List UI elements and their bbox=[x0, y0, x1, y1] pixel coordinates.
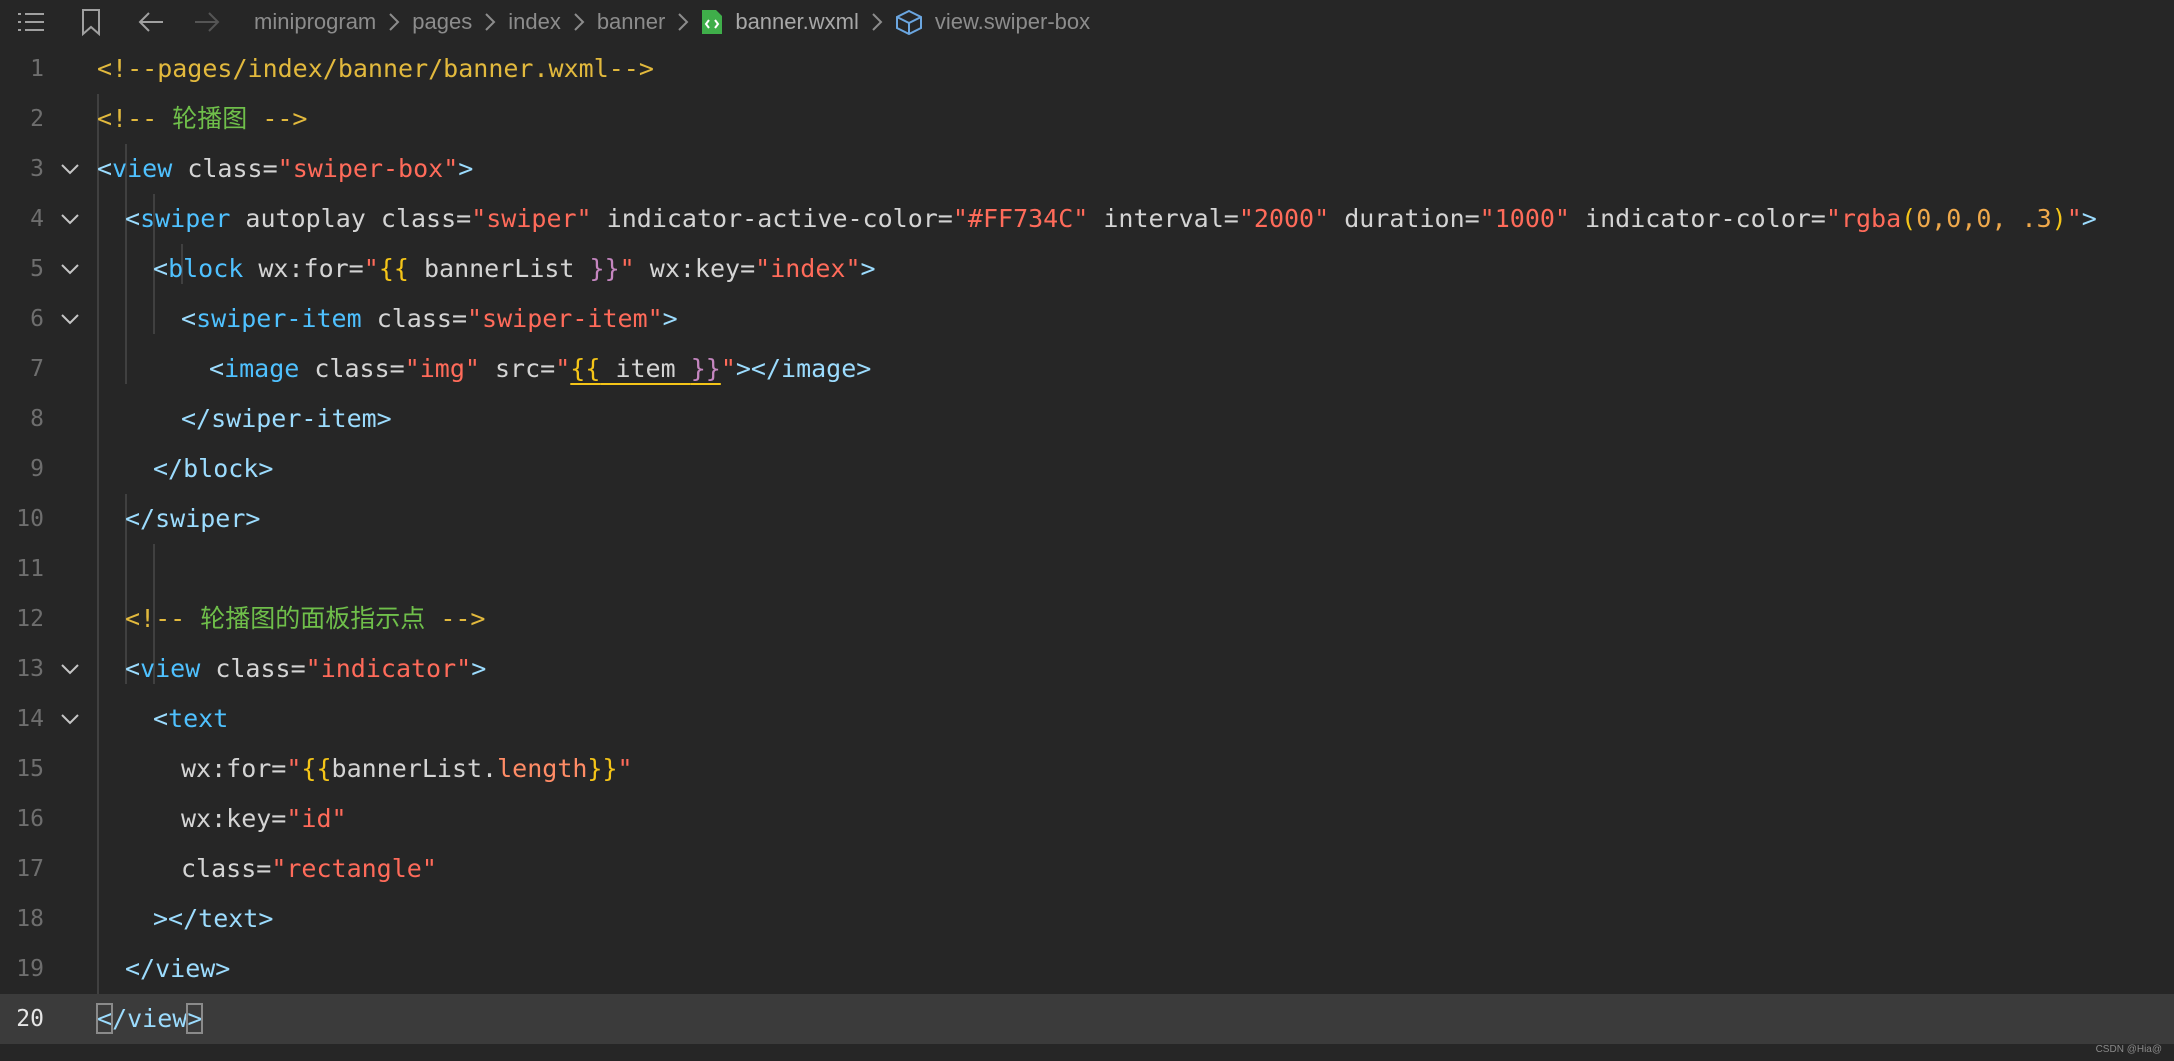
bracket-match: > bbox=[186, 1003, 204, 1034]
line-number: 1 bbox=[30, 56, 44, 82]
chevron-right-icon bbox=[573, 12, 585, 32]
chevron-down-icon[interactable] bbox=[56, 257, 84, 281]
line-number: 20 bbox=[16, 1006, 44, 1032]
line-number: 2 bbox=[30, 106, 44, 132]
code-line[interactable]: 4 <swiper autoplay class="swiper" indica… bbox=[0, 194, 2174, 244]
code-line[interactable]: 10 </swiper> bbox=[0, 494, 2174, 544]
code-line[interactable]: 9 </block> bbox=[0, 444, 2174, 494]
line-number: 4 bbox=[30, 206, 44, 232]
breadcrumb-file[interactable]: banner.wxml bbox=[735, 9, 859, 35]
chevron-down-icon[interactable] bbox=[56, 157, 84, 181]
breadcrumb-item[interactable]: index bbox=[508, 9, 561, 35]
code-line[interactable]: 8 </swiper-item> bbox=[0, 394, 2174, 444]
code-line[interactable]: 13 <view class="indicator"> bbox=[0, 644, 2174, 694]
chevron-right-icon bbox=[388, 12, 400, 32]
code-text: <view class="indicator"> bbox=[125, 654, 487, 683]
line-number: 12 bbox=[16, 606, 44, 632]
code-line[interactable]: 2 <!-- 轮播图 --> bbox=[0, 94, 2174, 144]
code-text: </view> bbox=[95, 1003, 204, 1034]
chevron-right-icon bbox=[484, 12, 496, 32]
code-line[interactable]: 11 bbox=[0, 544, 2174, 594]
code-text: wx:key="id" bbox=[181, 804, 347, 833]
code-text: <swiper autoplay class="swiper" indicato… bbox=[125, 204, 2097, 233]
code-text: <!--pages/index/banner/banner.wxml--> bbox=[97, 54, 654, 83]
line-number: 11 bbox=[16, 556, 44, 582]
code-text: </swiper> bbox=[125, 504, 261, 533]
code-text: <block wx:for="{{ bannerList }}" wx:key=… bbox=[153, 254, 876, 283]
arrow-left-icon[interactable] bbox=[136, 6, 166, 38]
wxml-file-icon bbox=[701, 9, 723, 35]
code-line[interactable]: 18 ></text> bbox=[0, 894, 2174, 944]
chevron-down-icon[interactable] bbox=[56, 657, 84, 681]
line-number: 8 bbox=[30, 406, 44, 432]
line-number: 6 bbox=[30, 306, 44, 332]
bookmark-icon[interactable] bbox=[78, 6, 104, 38]
line-number: 18 bbox=[16, 906, 44, 932]
watermark: CSDN @Hia@ bbox=[2095, 1044, 2162, 1055]
code-line[interactable]: 19 </view> bbox=[0, 944, 2174, 994]
breadcrumb: miniprogram pages index banner banner.wx… bbox=[254, 0, 1090, 44]
line-number: 13 bbox=[16, 656, 44, 682]
breadcrumb-item[interactable]: banner bbox=[597, 9, 666, 35]
code-text: <!-- 轮播图的面板指示点 --> bbox=[125, 604, 486, 633]
chevron-down-icon[interactable] bbox=[56, 707, 84, 731]
line-number: 10 bbox=[16, 506, 44, 532]
bracket-match: < bbox=[95, 1003, 114, 1034]
line-number: 9 bbox=[30, 456, 44, 482]
code-line[interactable]: 3 <view class="swiper-box"> bbox=[0, 144, 2174, 194]
code-text: wx:for="{{bannerList.length}}" bbox=[181, 754, 633, 783]
breadcrumb-bar: miniprogram pages index banner banner.wx… bbox=[0, 0, 2174, 44]
line-number: 3 bbox=[30, 156, 44, 182]
code-text: </block> bbox=[153, 454, 274, 483]
code-text: </view> bbox=[125, 954, 231, 983]
line-number: 16 bbox=[16, 806, 44, 832]
chevron-down-icon[interactable] bbox=[56, 307, 84, 331]
list-icon[interactable] bbox=[14, 6, 48, 38]
code-line[interactable]: 15 wx:for="{{bannerList.length}}" bbox=[0, 744, 2174, 794]
chevron-down-icon[interactable] bbox=[56, 207, 84, 231]
code-editor[interactable]: 1 <!--pages/index/banner/banner.wxml--> … bbox=[0, 44, 2174, 1061]
line-number: 17 bbox=[16, 856, 44, 882]
code-line[interactable]: 6 <swiper-item class="swiper-item"> bbox=[0, 294, 2174, 344]
code-line[interactable]: 1 <!--pages/index/banner/banner.wxml--> bbox=[0, 44, 2174, 94]
code-text: <!-- 轮播图 --> bbox=[97, 104, 308, 133]
code-line[interactable]: 16 wx:key="id" bbox=[0, 794, 2174, 844]
chevron-right-icon bbox=[871, 12, 883, 32]
code-line[interactable]: 12 <!-- 轮播图的面板指示点 --> bbox=[0, 594, 2174, 644]
code-text: <swiper-item class="swiper-item"> bbox=[181, 304, 678, 333]
code-line[interactable]: 7 <image class="img" src="{{ item }}"></… bbox=[0, 344, 2174, 394]
line-number: 14 bbox=[16, 706, 44, 732]
breadcrumb-symbol[interactable]: view.swiper-box bbox=[935, 9, 1090, 35]
code-text: <view class="swiper-box"> bbox=[97, 154, 474, 183]
line-number: 15 bbox=[16, 756, 44, 782]
code-line-current[interactable]: 20 </view> bbox=[0, 994, 2174, 1044]
code-line[interactable]: 17 class="rectangle" bbox=[0, 844, 2174, 894]
code-line[interactable]: 14 <text bbox=[0, 694, 2174, 744]
code-text: </swiper-item> bbox=[181, 404, 392, 433]
arrow-right-icon[interactable] bbox=[192, 6, 222, 38]
chevron-right-icon bbox=[677, 12, 689, 32]
breadcrumb-item[interactable]: pages bbox=[412, 9, 472, 35]
code-line[interactable]: 5 <block wx:for="{{ bannerList }}" wx:ke… bbox=[0, 244, 2174, 294]
code-text: <image class="img" src="{{ item }}"></im… bbox=[209, 354, 872, 383]
code-text: class="rectangle" bbox=[181, 854, 437, 883]
line-number: 19 bbox=[16, 956, 44, 982]
line-number: 5 bbox=[30, 256, 44, 282]
code-text: ></text> bbox=[153, 904, 274, 933]
breadcrumb-item[interactable]: miniprogram bbox=[254, 9, 376, 35]
code-text: <text bbox=[153, 704, 229, 733]
cube-icon bbox=[895, 9, 923, 35]
line-number: 7 bbox=[30, 356, 44, 382]
